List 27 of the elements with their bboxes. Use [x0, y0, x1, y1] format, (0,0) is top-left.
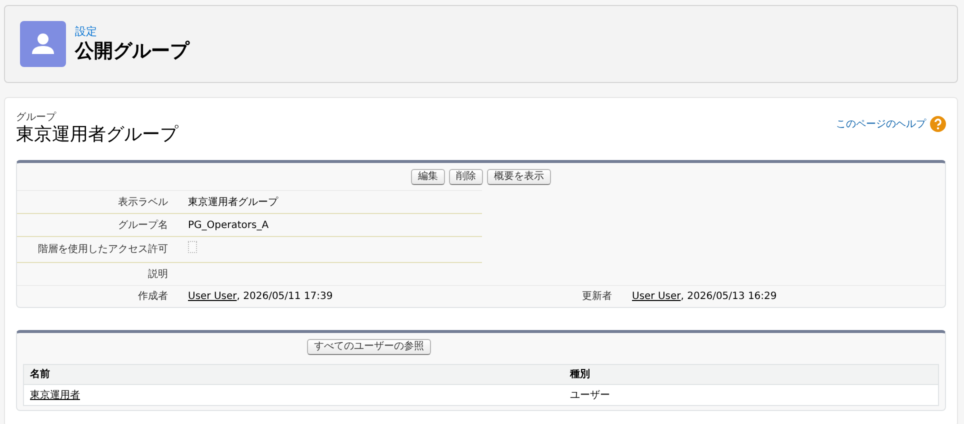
action-button[interactable]: 編集 [411, 169, 445, 185]
field-value: PG_Operators_A [188, 220, 269, 230]
help-icon [930, 116, 946, 132]
action-button[interactable]: 概要を表示 [487, 169, 551, 185]
group-icon [20, 21, 66, 67]
field-value: User User, 2026/05/13 16:29 [632, 291, 777, 302]
record-title: 東京運用者グループ [16, 124, 178, 146]
help-link[interactable]: このページのヘルプ [836, 116, 926, 132]
table-cell-text: ユーザー [569, 388, 610, 402]
record-type-label: グループ [16, 112, 58, 124]
field-value: User User, 2026/05/11 17:39 [188, 291, 333, 302]
breadcrumb-link[interactable]: 設定 [75, 25, 189, 39]
field-label: 作成者 [137, 290, 169, 304]
field-label: 階層を使用したアクセス許可 [37, 242, 169, 257]
user-link[interactable]: User User [188, 291, 237, 302]
view-all-users-button[interactable]: すべてのユーザーの参照 [307, 339, 431, 355]
field-label: グループ名 [117, 218, 169, 232]
column-header: 種別 [568, 368, 590, 382]
page-title: 公開グループ [75, 39, 189, 63]
field-label: 説明 [147, 268, 169, 282]
field-label: 表示ラベル [117, 196, 169, 210]
field-value: 東京運用者グループ [188, 196, 278, 208]
field-label: 更新者 [581, 290, 613, 304]
member-link[interactable]: 東京運用者 [30, 390, 80, 400]
action-button[interactable]: 削除 [449, 169, 483, 185]
column-header: 名前 [29, 368, 51, 382]
user-link[interactable]: User User [632, 291, 681, 302]
